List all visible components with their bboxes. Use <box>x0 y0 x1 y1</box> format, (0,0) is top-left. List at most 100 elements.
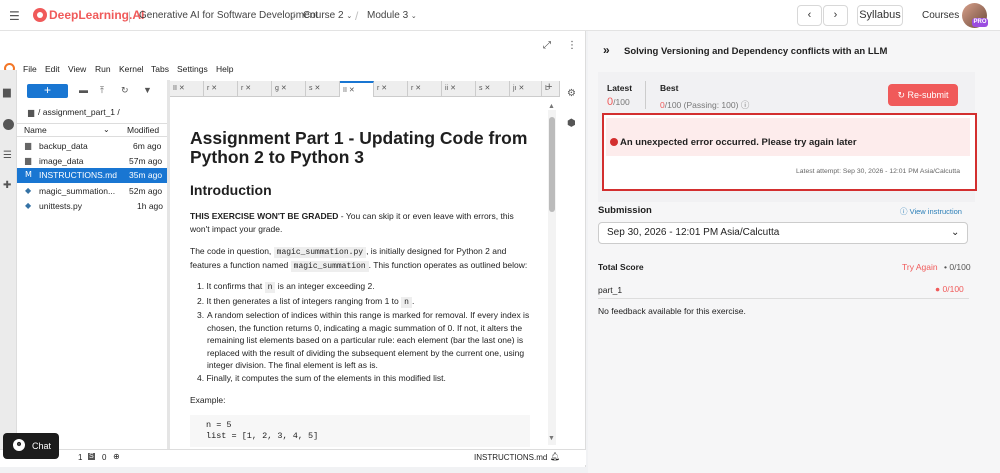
list-item: 2. It then generates a list of integers … <box>197 295 415 308</box>
tab-file[interactable]: r ✕ <box>374 81 408 97</box>
menu-file[interactable]: File <box>23 64 37 74</box>
status-filename: INSTRUCTIONS.md <box>474 453 548 462</box>
tab-label: jı <box>513 85 517 92</box>
best-label: Best <box>660 83 679 93</box>
steps-list: 1. It confirms that n is an integer exce… <box>197 280 532 384</box>
tab-file[interactable]: s ✕ <box>476 81 510 97</box>
total-score-label: Total Score <box>598 262 644 272</box>
close-icon[interactable]: ✕ <box>179 85 185 92</box>
scroll-up-icon[interactable]: ▲ <box>548 103 555 110</box>
close-icon[interactable]: ✕ <box>245 85 251 92</box>
tab-instructions-active[interactable]: II ✕ <box>340 81 374 97</box>
extensions-icon[interactable]: ✚ <box>3 180 11 191</box>
breadcrumb-separator: / <box>355 9 359 23</box>
tab-label: s <box>309 85 313 92</box>
scroll-down-icon[interactable]: ▼ <box>548 435 555 442</box>
settings-gear-icon[interactable]: ⚙ <box>567 88 576 99</box>
close-icon[interactable]: ✕ <box>314 85 320 92</box>
file-modified: 1h ago <box>137 201 163 211</box>
menu-tabs[interactable]: Tabs <box>151 64 169 74</box>
menu-help[interactable]: Help <box>216 64 233 74</box>
column-name-header[interactable]: Name <box>24 125 47 135</box>
notification-bell-icon[interactable]: 🔔︎ <box>550 452 560 461</box>
scrollbar-thumb[interactable] <box>549 117 555 212</box>
file-row-selected[interactable]: Ⅿ INSTRUCTIONS.md 35m ago <box>17 168 167 183</box>
tab-file[interactable]: ii ✕ <box>442 81 476 97</box>
running-kernels-icon[interactable] <box>3 119 14 130</box>
folder-icon[interactable]: ▆ <box>3 87 11 98</box>
courses-link[interactable]: Courses <box>922 10 959 21</box>
close-icon[interactable]: ✕ <box>518 85 524 92</box>
part-label: part_1 <box>598 285 623 295</box>
close-icon[interactable]: ✕ <box>450 85 456 92</box>
resubmit-button[interactable]: ↻ Re-submit <box>888 84 958 106</box>
deeplearning-logo-icon[interactable] <box>33 8 47 22</box>
python-icon: ◆ <box>25 201 32 210</box>
module-dropdown[interactable]: Module 3 ⌄ <box>367 10 417 21</box>
tab-markdown[interactable]: II ✕ <box>170 81 204 97</box>
debugger-icon[interactable]: ⬢ <box>567 118 576 129</box>
lab-status-bar: 1 S 0 ⊕ INSTRUCTIONS.md 🔔︎ <box>0 449 586 465</box>
syllabus-button[interactable]: Syllabus <box>857 5 903 26</box>
menu-icon[interactable]: ☰ <box>9 9 20 23</box>
column-modified-header[interactable]: Modified <box>127 125 159 135</box>
submission-select[interactable]: Sep 30, 2026 - 12:01 PM Asia/Calcutta ⌄ <box>598 222 968 244</box>
new-launcher-button[interactable]: + <box>27 84 68 98</box>
folder-icon: ▆ <box>25 141 32 150</box>
previous-button[interactable]: ‹ <box>797 5 822 26</box>
collapse-panel-icon[interactable]: » <box>603 43 610 57</box>
file-row[interactable]: ◆ magic_summation... 52m ago <box>17 184 167 199</box>
close-icon[interactable]: ✕ <box>484 85 490 92</box>
terminal-icon: S <box>88 453 95 460</box>
tab-label: r <box>241 85 244 92</box>
close-icon[interactable]: ✕ <box>281 85 287 92</box>
text: It confirms that <box>206 281 265 291</box>
status-count[interactable]: 1 <box>78 453 82 462</box>
menu-edit[interactable]: Edit <box>45 64 60 74</box>
tab-file[interactable]: r ✕ <box>408 81 442 97</box>
menu-run[interactable]: Run <box>95 64 111 74</box>
part-score-value: 0/100 <box>942 284 964 294</box>
course-dropdown[interactable]: Course 2 ⌄ <box>303 10 352 21</box>
menu-kernel[interactable]: Kernel <box>119 64 144 74</box>
menu-settings[interactable]: Settings <box>177 64 208 74</box>
tab-file[interactable]: r ✕ <box>238 81 272 97</box>
close-icon[interactable]: ✕ <box>381 85 387 92</box>
tab-file[interactable]: g ✕ <box>272 81 306 97</box>
file-modified: 35m ago <box>129 170 163 180</box>
file-browser-path[interactable]: / assignment_part_1 / <box>38 107 120 117</box>
tab-file[interactable]: jı ✕ <box>510 81 542 97</box>
expand-icon[interactable]: ⤢ <box>543 40 551 51</box>
breadcrumb-separator: | <box>128 9 132 23</box>
chat-button[interactable]: ☻ Chat <box>3 433 59 459</box>
close-icon[interactable]: ✕ <box>211 85 217 92</box>
file-row[interactable]: ▆ image_data 57m ago <box>17 154 167 169</box>
next-button[interactable]: › <box>823 5 848 26</box>
refresh-icon[interactable]: ↻ <box>121 85 129 96</box>
close-icon[interactable]: ✕ <box>349 87 355 94</box>
status-count[interactable]: 0 <box>102 453 106 462</box>
file-name: unittests.py <box>39 201 82 211</box>
table-of-contents-icon[interactable]: ☰ <box>3 150 12 161</box>
filter-icon[interactable]: ▼ <box>143 85 152 95</box>
inline-code: n <box>401 296 412 308</box>
tab-file[interactable]: s ✕ <box>306 81 340 97</box>
tab-file[interactable]: r ✕ <box>204 81 238 97</box>
file-row[interactable]: ◆ unittests.py 1h ago <box>17 199 167 214</box>
info-icon[interactable]: ⓘ <box>741 100 750 110</box>
total-score-number: 0/100 <box>949 262 971 272</box>
grading-note-bold: THIS EXERCISE WON'T BE GRADED <box>190 211 339 221</box>
upload-icon[interactable]: ⤒ <box>100 85 104 96</box>
inline-code: magic_summation.py <box>273 247 367 258</box>
chat-icon: ☻ <box>13 439 25 451</box>
breadcrumb-separator: / <box>292 9 296 23</box>
add-tab-icon[interactable]: + <box>546 81 552 93</box>
close-icon[interactable]: ✕ <box>415 85 421 92</box>
view-instruction-label: View instruction <box>909 207 962 216</box>
file-row[interactable]: ▆ backup_data 6m ago <box>17 139 167 154</box>
new-folder-icon[interactable]: ▬ <box>79 85 88 95</box>
tab-label: r <box>207 85 210 92</box>
menu-view[interactable]: View <box>68 64 86 74</box>
more-options-icon[interactable]: ⋮ <box>567 40 577 51</box>
view-instruction-link[interactable]: ⓘ View instruction <box>900 206 962 217</box>
